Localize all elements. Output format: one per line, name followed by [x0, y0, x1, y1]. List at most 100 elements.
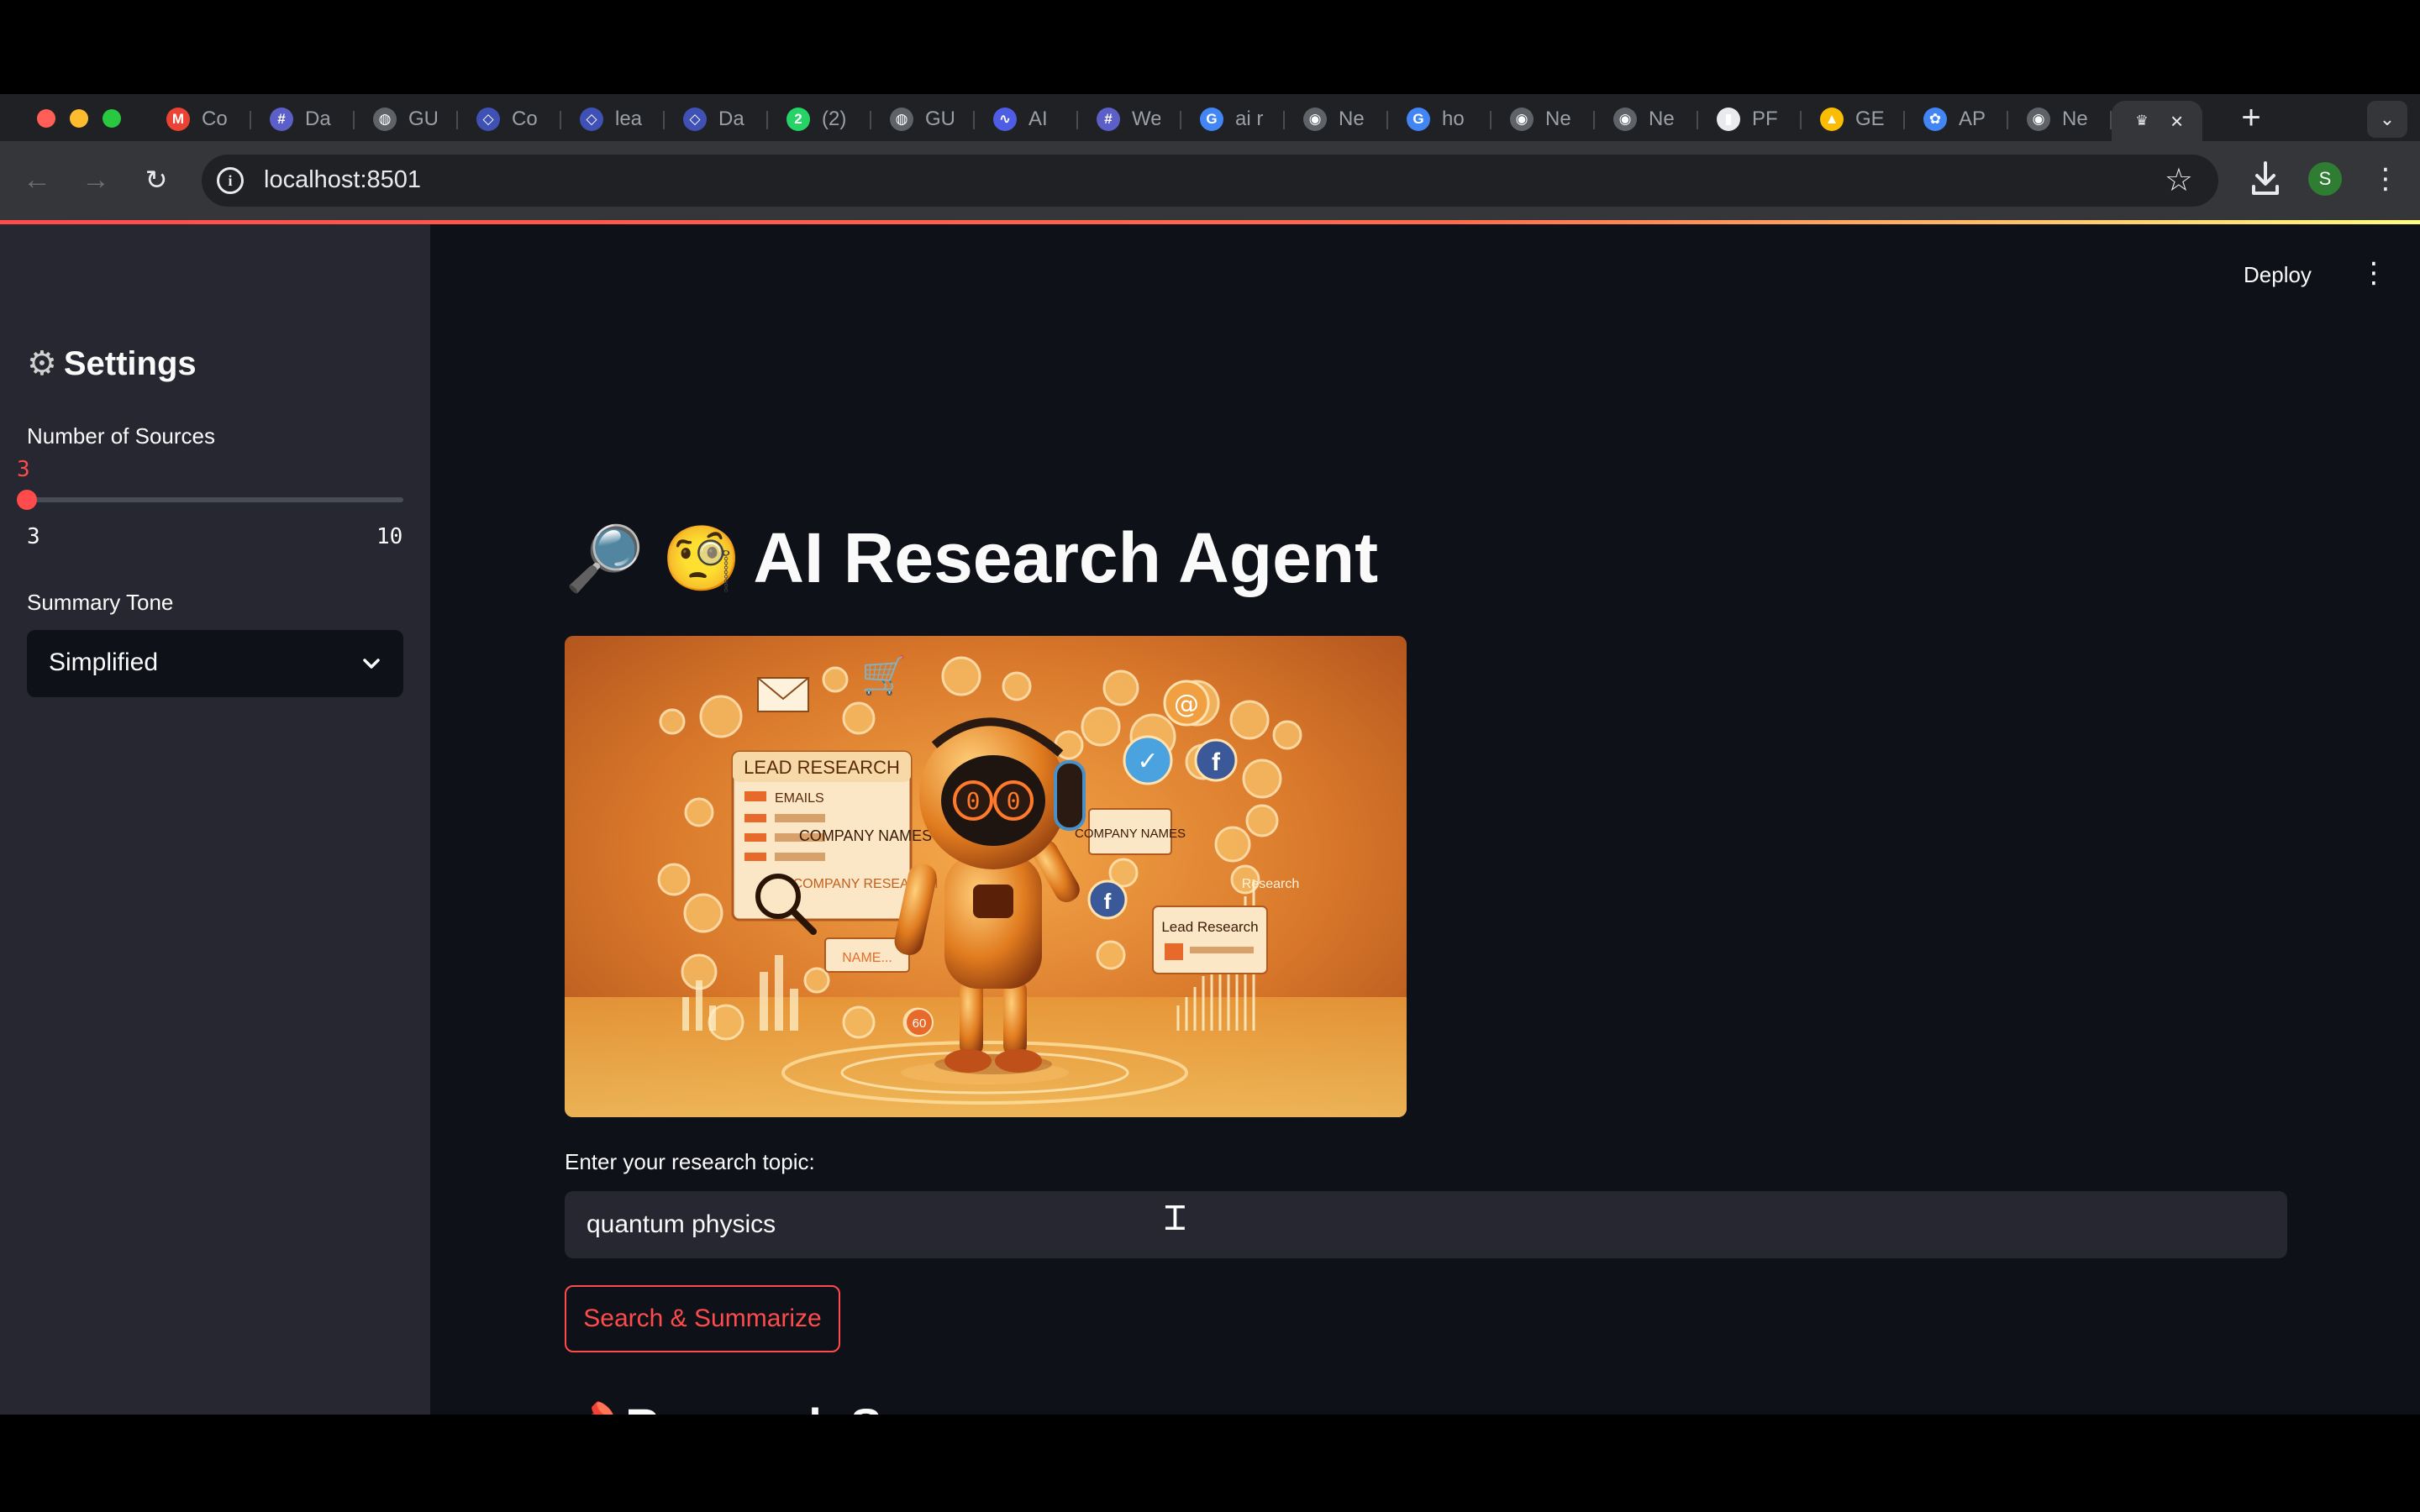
browser-menu-icon[interactable]: ⋮ — [2371, 158, 2400, 200]
site-info-icon[interactable]: i — [217, 167, 244, 194]
topic-input[interactable] — [565, 1191, 2287, 1258]
browser-tab[interactable]: ◉ Ne — [1491, 101, 1595, 138]
text-cursor-icon: Ꮖ — [1165, 1200, 1187, 1238]
tab-title: ai r — [1235, 108, 1264, 130]
pushpin-icon: 📌 — [565, 1400, 617, 1415]
hero-label-company-names-2: COMPANY NAMES — [1075, 827, 1186, 841]
active-browser-tab[interactable]: ♛ × — [2112, 101, 2202, 141]
tab-title: GU — [408, 108, 437, 130]
sidebar-title: ⚙ Settings — [27, 344, 197, 383]
document-icon: ▮ — [1717, 108, 1740, 131]
code-brackets-icon: ◇ — [580, 108, 603, 131]
whatsapp-icon: 2 — [786, 108, 810, 131]
browser-tab[interactable]: ◍ GU — [871, 101, 975, 138]
browser-window: M Co # Da ◍ GU ◇ Co ◇ lea ◇ Da 2 (2) ◍ GU ∿ AI # We Gai r ◉ Ne… — [0, 94, 2420, 1415]
app-grid-icon: # — [270, 108, 293, 131]
browser-tab[interactable]: 2 (2) — [768, 101, 871, 138]
bookmark-star-icon[interactable]: ☆ — [2165, 161, 2193, 199]
hero-image: ✓ f f @ 🛒 LEAD RESEARCH EMAILS COMPANY N… — [565, 636, 1407, 1117]
app-menu-icon[interactable]: ⋮ — [2360, 252, 2388, 294]
svg-text:✓: ✓ — [1137, 747, 1158, 776]
tab-title: ho — [1442, 108, 1465, 130]
reload-button[interactable]: ↻ — [138, 161, 175, 198]
tab-title: Da — [305, 108, 331, 130]
hero-label-lead-research: LEAD RESEARCH — [744, 757, 900, 778]
browser-tab[interactable]: # Da — [251, 101, 355, 138]
page-title-text: AI Research Agent — [753, 518, 1379, 597]
sources-slider-track[interactable] — [27, 497, 403, 502]
tab-title: (2) — [822, 108, 847, 130]
browser-tab[interactable]: Gai r — [1181, 101, 1285, 138]
svg-text:🛒: 🛒 — [861, 654, 908, 697]
window-maximize-button[interactable] — [103, 109, 121, 128]
page-title: 🔎 🧐 AI Research Agent — [565, 517, 1378, 599]
tab-title: Da — [718, 108, 744, 130]
topic-label: Enter your research topic: — [565, 1149, 815, 1174]
tab-title: GU — [925, 108, 954, 130]
summary-heading: 📌 Research Summary — [565, 1398, 1065, 1415]
chrome-icon: ◉ — [1613, 108, 1637, 131]
browser-tab[interactable]: ◇ Co — [458, 101, 561, 138]
svg-text:f: f — [1212, 748, 1221, 776]
sidebar — [0, 224, 430, 1415]
profile-avatar[interactable]: S — [2308, 162, 2342, 196]
chrome-icon: ◉ — [1510, 108, 1534, 131]
browser-tab[interactable]: M Co — [148, 101, 251, 138]
tab-title: AI — [1028, 108, 1048, 130]
browser-tab[interactable]: ◉ Ne — [1595, 101, 1698, 138]
google-icon: G — [1407, 108, 1430, 131]
code-brackets-icon: ◇ — [683, 108, 707, 131]
app-grid-icon: # — [1097, 108, 1120, 131]
browser-tab[interactable]: ◍ GU — [355, 101, 458, 138]
browser-tab[interactable]: ∿ AI — [975, 101, 1078, 138]
ai-logo-icon: ∿ — [993, 108, 1017, 131]
new-tab-button[interactable]: + — [2233, 101, 2270, 138]
tab-list: M Co # Da ◍ GU ◇ Co ◇ lea ◇ Da 2 (2) ◍ GU ∿ AI # We Gai r ◉ Ne… — [148, 101, 2202, 141]
svg-text:@: @ — [1174, 690, 1199, 719]
hero-label-emails: EMAILS — [775, 791, 824, 806]
window-minimize-button[interactable] — [70, 109, 88, 128]
gmail-icon: M — [166, 108, 190, 131]
browser-tab[interactable]: ◇ lea — [561, 101, 665, 138]
chrome-icon: ◉ — [2027, 108, 2050, 131]
tab-title: Co — [202, 108, 228, 130]
streamlit-crown-icon: ♛ — [2135, 113, 2149, 129]
browser-tab[interactable]: ◇ Da — [665, 101, 768, 138]
tab-title: GE — [1855, 108, 1884, 130]
address-bar[interactable]: i localhost:8501 ☆ — [202, 155, 2218, 207]
sources-slider-thumb[interactable] — [17, 490, 37, 510]
browser-tab[interactable]: ✿ AP — [1905, 101, 2008, 138]
browser-tab[interactable]: Gho — [1388, 101, 1491, 138]
browser-tab[interactable]: # We — [1078, 101, 1181, 138]
browser-tab[interactable]: ◉ Ne — [1285, 101, 1388, 138]
browser-tab[interactable]: ◉ Ne — [2008, 101, 2112, 138]
tab-search-button[interactable]: ⌄ — [2367, 101, 2407, 138]
browser-toolbar: ← → ↻ i localhost:8501 ☆ S ⋮ — [0, 141, 2420, 220]
chrome-icon: ◉ — [1303, 108, 1327, 131]
tab-title: We — [1132, 108, 1160, 130]
close-tab-icon[interactable]: × — [2170, 108, 2183, 134]
tab-title: PF — [1752, 108, 1778, 130]
forward-button[interactable]: → — [77, 161, 114, 198]
sources-slider-max: 10 — [376, 524, 403, 549]
tone-select[interactable]: Simplified — [27, 630, 403, 697]
tab-title: AP — [1959, 108, 1986, 130]
browser-tab[interactable]: ▮ PF — [1698, 101, 1802, 138]
tab-title: Ne — [1545, 108, 1571, 130]
window-close-button[interactable] — [37, 109, 55, 128]
search-summarize-button[interactable]: Search & Summarize — [565, 1285, 840, 1352]
back-button[interactable]: ← — [18, 161, 55, 198]
tab-title: Ne — [1339, 108, 1365, 130]
sources-slider-value: 3 — [17, 457, 30, 482]
hero-label-company-names: COMPANY NAMES — [799, 827, 932, 844]
hero-label-research: Research — [1242, 877, 1299, 891]
sources-label: Number of Sources — [27, 423, 215, 449]
browser-tab[interactable]: ▲ GE — [1802, 101, 1905, 138]
download-icon[interactable] — [2247, 158, 2284, 200]
deploy-button[interactable]: Deploy — [2244, 262, 2312, 288]
summary-heading-text: Research Summary — [625, 1398, 1065, 1415]
svg-text:f: f — [1104, 889, 1112, 914]
sidebar-title-text: Settings — [63, 344, 197, 382]
hero-label-lead-research-2: Lead Research — [1161, 919, 1258, 935]
url-text[interactable]: localhost:8501 — [264, 166, 421, 194]
